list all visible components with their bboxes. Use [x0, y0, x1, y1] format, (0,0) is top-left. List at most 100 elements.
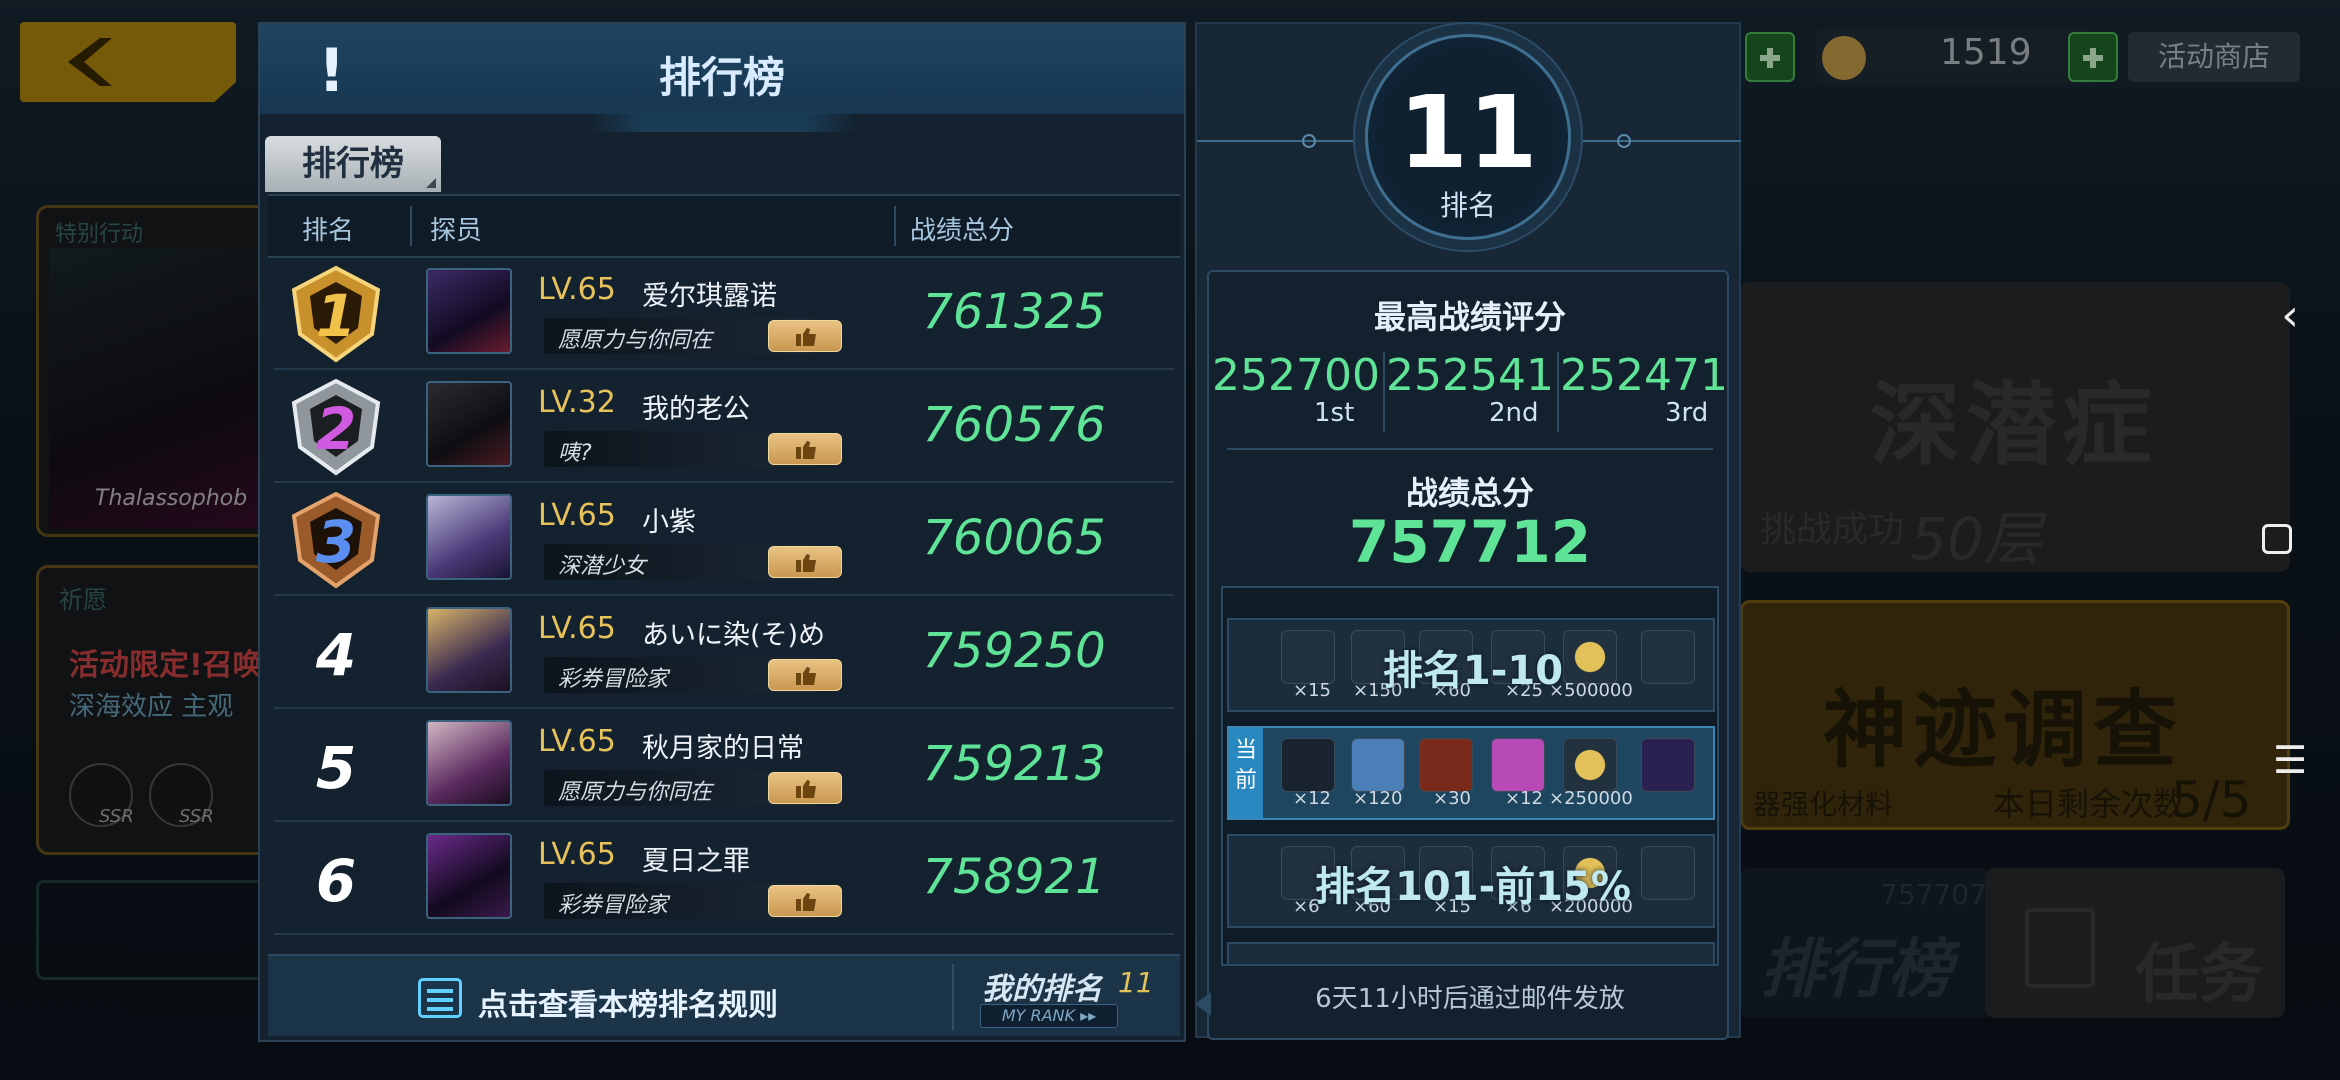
like-button[interactable] [768, 885, 842, 917]
mail-note: 6天11小时后通过邮件发放 [1315, 984, 1625, 1014]
avatar[interactable] [426, 494, 512, 580]
leaderboard-title: 排行榜 [658, 53, 785, 102]
my-rank-en-label: MY RANK [1001, 1006, 1076, 1025]
system-menu-icon[interactable]: ☰ [2260, 738, 2320, 782]
reward-qty: ×120 [1353, 788, 1403, 809]
best-score-3-label: 3rd [1665, 398, 1709, 428]
card-item-icon [1281, 738, 1335, 792]
player-score: 758921 [922, 849, 1106, 905]
table-row[interactable]: 1 LV.65 爱尔琪露诺 愿原力与你同在 761325 [274, 260, 1174, 370]
table-row[interactable]: 2 LV.32 我的老公 咦? 760576 [274, 373, 1174, 483]
my-rank-value: 11 [1118, 966, 1154, 999]
player-title: 愿原力与你同在 [558, 780, 713, 805]
rank-number: 5 [315, 734, 357, 802]
best-score-2: 252541 [1386, 350, 1554, 401]
player-level: LV.65 [538, 837, 616, 872]
player-name: 小紫 [642, 507, 696, 538]
thumb-icon [796, 780, 816, 798]
view-rules-button[interactable]: 点击查看本榜排名规则 [478, 980, 778, 1024]
my-rank-button[interactable]: MY RANK ▸▸ [980, 1004, 1118, 1028]
player-level: LV.65 [538, 272, 616, 307]
my-rank-label: 我的排名 [982, 972, 1102, 1007]
player-score: 761325 [922, 284, 1106, 340]
like-button[interactable] [768, 659, 842, 691]
avatar[interactable] [426, 833, 512, 919]
decor-dot [1302, 134, 1316, 148]
footer-divider [952, 964, 954, 1030]
decor-line [1581, 140, 1741, 142]
current-rank: 11 [1398, 74, 1538, 191]
avatar[interactable] [426, 720, 512, 806]
table-row[interactable]: 4 LV.65 あいに染(そ)め 彩券冒险家 759250 [274, 599, 1174, 709]
player-name: 我的老公 [642, 394, 750, 425]
reward-tier-partial [1227, 942, 1715, 964]
player-score: 759250 [922, 623, 1106, 679]
reward-list[interactable]: ×15 ×150 ×60 ×25 ×500000 排名1-10 当前 ×12 ×… [1221, 586, 1719, 966]
player-name: 夏日之罪 [642, 846, 750, 877]
best-score-1-label: 1st [1314, 398, 1355, 428]
player-level: LV.65 [538, 724, 616, 759]
table-header: 排名 探员 战绩总分 [268, 194, 1180, 258]
like-button[interactable] [768, 546, 842, 578]
table-row[interactable]: 5 LV.65 秋月家的日常 愿原力与你同在 759213 [274, 712, 1174, 822]
player-title: 彩券冒险家 [558, 893, 669, 918]
thumb-icon [796, 441, 816, 459]
reward-qty: ×12 [1293, 788, 1331, 809]
reward-qty: ×250000 [1549, 788, 1633, 809]
tab-leaderboard[interactable]: 排行榜 [265, 136, 441, 192]
avatar[interactable] [426, 607, 512, 693]
rank-number: 2 [315, 395, 357, 463]
reward-tier: ×15 ×150 ×60 ×25 ×500000 排名1-10 [1227, 618, 1715, 712]
best-score-1: 252700 [1212, 350, 1380, 401]
player-score: 759213 [922, 736, 1106, 792]
reward-tier-current: 当前 ×12 ×120 ×30 ×12 ×250000 [1227, 726, 1715, 820]
header-decoration [590, 112, 856, 132]
crystal-item-icon [1351, 738, 1405, 792]
avatar[interactable] [426, 268, 512, 354]
player-title: 咦? [558, 441, 592, 466]
like-button[interactable] [768, 772, 842, 804]
best-score-label: 最高战绩评分 [1373, 298, 1566, 336]
decor-dot [1617, 134, 1631, 148]
system-home-icon[interactable] [2262, 524, 2292, 554]
current-label: 当前 [1229, 728, 1263, 818]
rank-number: 4 [315, 621, 357, 689]
player-level: LV.32 [538, 385, 616, 420]
column-score: 战绩总分 [910, 216, 1015, 246]
like-button[interactable] [768, 433, 842, 465]
tier-name: 排名1-10 [1382, 648, 1564, 694]
best-score-3: 252471 [1560, 350, 1728, 401]
score-box: 最高战绩评分 252700 1st 252541 2nd 252471 3rd … [1195, 270, 1729, 1040]
player-title: 彩券冒险家 [558, 667, 669, 692]
decor-line [1197, 140, 1357, 142]
rank-number: 3 [315, 508, 357, 576]
thumb-icon [796, 554, 816, 572]
reward-tier: ×6 ×60 ×15 ×6 ×200000 排名101-前15% [1227, 834, 1715, 928]
rank-label: 排名 [1439, 189, 1496, 222]
avatar[interactable] [426, 381, 512, 467]
player-level: LV.65 [538, 498, 616, 533]
rank-number: 6 [315, 847, 357, 915]
reward-qty: ×30 [1433, 788, 1471, 809]
column-divider [410, 206, 412, 246]
coin-item-icon [1563, 738, 1617, 792]
tier-name: 排名101-前15% [1315, 864, 1631, 910]
best-score-2-label: 2nd [1489, 398, 1539, 428]
system-back-icon[interactable]: ‹ [2260, 290, 2320, 341]
player-name: 爱尔琪露诺 [642, 281, 777, 312]
thumb-icon [796, 893, 816, 911]
like-button[interactable] [768, 320, 842, 352]
table-row[interactable]: 3 LV.65 小紫 深潜少女 760065 [274, 486, 1174, 596]
rules-icon[interactable] [418, 978, 462, 1018]
leaderboard-footer: 点击查看本榜排名规则 我的排名 11 MY RANK ▸▸ [268, 954, 1180, 1036]
rank-summary-panel: 11 排名 最高战绩评分 252700 1st 252541 2nd 25247… [1195, 22, 1741, 1040]
potion-item-icon [1491, 738, 1545, 792]
reward-qty: ×12 [1505, 788, 1543, 809]
player-level: LV.65 [538, 611, 616, 646]
player-title: 愿原力与你同在 [558, 328, 713, 353]
thumb-icon [796, 667, 816, 685]
player-score: 760065 [922, 510, 1106, 566]
player-score: 760576 [922, 397, 1106, 453]
rank-number: 1 [315, 282, 357, 350]
table-row[interactable]: 6 LV.65 夏日之罪 彩券冒险家 758921 [274, 825, 1174, 935]
